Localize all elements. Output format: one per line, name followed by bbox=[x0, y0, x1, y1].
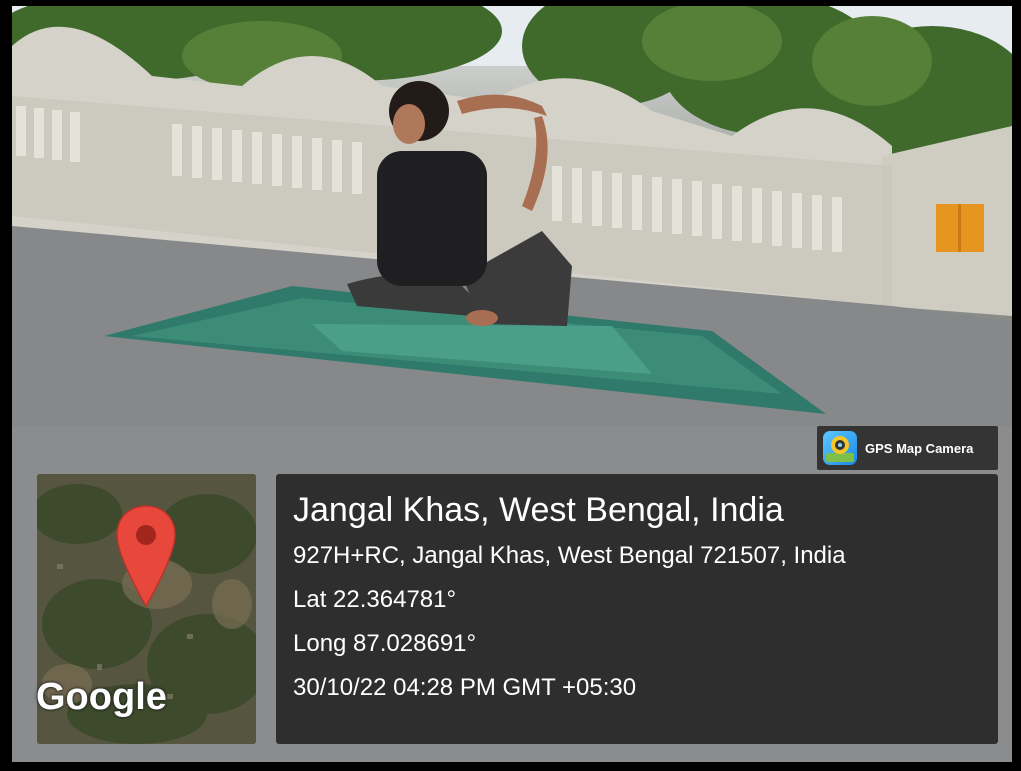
google-logo: Google bbox=[36, 676, 167, 718]
capture-datetime: 30/10/22 04:28 PM GMT +05:30 bbox=[293, 674, 637, 701]
longitude-value: Long 87.028691° bbox=[293, 630, 477, 657]
latitude-value: Lat 22.364781° bbox=[293, 586, 457, 613]
location-title: Jangal Khas, West Bengal, India bbox=[293, 491, 784, 529]
map-pin-icon bbox=[116, 505, 176, 608]
gps-badge-label: GPS Map Camera bbox=[865, 440, 974, 456]
gps-map-camera-badge: GPS Map Camera bbox=[817, 426, 998, 470]
gps-map-camera-app-icon bbox=[823, 431, 857, 465]
location-info-panel: Jangal Khas, West Bengal, India 927H+RC,… bbox=[276, 474, 998, 744]
photo-frame: GPS Map Camera Google Jangal Khas, West … bbox=[0, 0, 1021, 771]
location-address: 927H+RC, Jangal Khas, West Bengal 721507… bbox=[293, 542, 846, 569]
